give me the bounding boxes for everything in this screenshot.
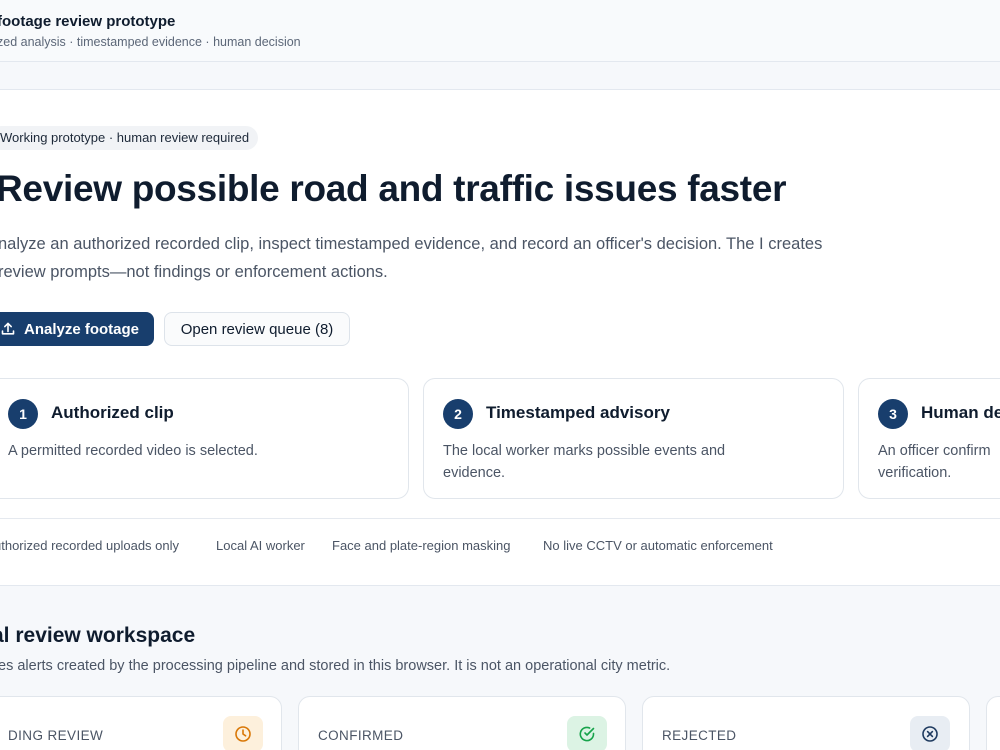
hero-section: Working prototype · human review require… <box>0 89 1000 586</box>
app-title: footage review prototype <box>0 13 176 30</box>
step-number: 2 <box>443 399 473 429</box>
stat-card-confirmed[interactable]: CONFIRMED <box>298 696 626 750</box>
clock-icon <box>223 716 263 750</box>
step-description: A permitted recorded video is selected. <box>8 443 258 459</box>
step-card-timestamped-advisory: 2 Timestamped advisory The local worker … <box>423 378 844 499</box>
upload-icon <box>1 322 15 335</box>
app-subtitle: zed analysis · timestamped evidence · hu… <box>0 35 301 49</box>
stat-card-rejected[interactable]: REJECTED <box>642 696 970 750</box>
page-title: Review possible road and traffic issues … <box>0 168 787 209</box>
step-number: 1 <box>8 399 38 429</box>
step-title: Timestamped advisory <box>486 403 670 422</box>
stat-label: CONFIRMED <box>318 728 404 743</box>
check-circle-icon <box>567 716 607 750</box>
step-description: The local worker marks possible events a… <box>443 443 726 481</box>
open-review-queue-button[interactable]: Open review queue (8) <box>164 312 350 346</box>
step-title: Human de <box>921 403 1000 422</box>
status-badge: Working prototype · human review require… <box>0 126 259 150</box>
feature-authorized-uploads: uthorized recorded uploads only <box>0 538 180 553</box>
stat-label: DING REVIEW <box>8 728 104 743</box>
step-number: 3 <box>878 399 908 429</box>
analyze-footage-button[interactable]: Analyze footage <box>0 312 154 346</box>
step-card-human-decision: 3 Human de An officer confirm verificati… <box>858 378 1000 499</box>
step-card-authorized-clip: 1 Authorized clip A permitted recorded v… <box>0 378 409 499</box>
stat-card-pending-review[interactable]: DING REVIEW <box>0 696 282 750</box>
workspace-description: es alerts created by the processing pipe… <box>0 658 671 674</box>
feature-no-live-cctv: No live CCTV or automatic enforcement <box>543 538 773 553</box>
workspace-title: al review workspace <box>0 624 196 647</box>
step-title: Authorized clip <box>51 403 174 422</box>
hero-description: nalyze an authorized recorded clip, insp… <box>0 235 823 281</box>
feature-masking: Face and plate-region masking <box>332 538 511 553</box>
stat-card-partial[interactable] <box>986 696 1000 750</box>
app-header: footage review prototype zed analysis · … <box>0 0 1000 62</box>
x-circle-icon <box>910 716 950 750</box>
step-description: An officer confirm verification. <box>878 443 991 481</box>
stat-label: REJECTED <box>662 728 737 743</box>
analyze-footage-label: Analyze footage <box>24 320 140 338</box>
open-review-queue-label: Open review queue (8) <box>180 320 334 338</box>
features-divider <box>0 518 1000 519</box>
feature-local-ai-worker: Local AI worker <box>216 538 305 553</box>
